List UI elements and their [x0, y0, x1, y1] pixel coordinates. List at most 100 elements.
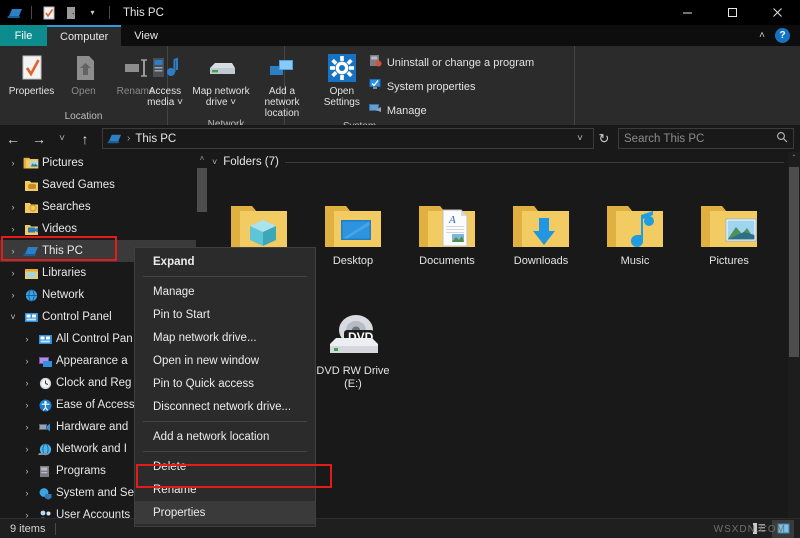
clock-region-icon: [37, 375, 53, 391]
chevron-right-icon[interactable]: ›: [20, 466, 34, 476]
scroll-up-icon[interactable]: ˄: [200, 152, 205, 166]
ribbon-button-open-settings[interactable]: Open Settings: [320, 49, 364, 108]
sidebar-item-pictures[interactable]: ›Pictures: [0, 152, 196, 174]
menu-item-delete[interactable]: Delete: [135, 455, 315, 478]
group-header-rule: [285, 162, 784, 163]
chevron-down-icon[interactable]: ˅: [212, 157, 217, 167]
ribbon-button-label: Open: [71, 86, 95, 97]
list-item[interactable]: Pictures: [682, 176, 776, 286]
breadcrumb-separator: ›: [127, 133, 130, 144]
address-field[interactable]: › This PC ˅: [102, 128, 594, 149]
quick-access-toolbar: ▾ This PC: [0, 4, 164, 21]
menu-item-pin-to-start[interactable]: Pin to Start: [135, 303, 315, 326]
menu-item-rename[interactable]: Rename: [135, 478, 315, 501]
menu-item-disconnect-network-drive[interactable]: Disconnect network drive...: [135, 395, 315, 418]
sidebar-item-searches[interactable]: ›Searches: [0, 196, 196, 218]
menu-item-pin-to-quick-access[interactable]: Pin to Quick access: [135, 372, 315, 395]
breadcrumb[interactable]: This PC: [135, 133, 176, 145]
scrollbar-thumb[interactable]: [789, 167, 799, 357]
chevron-right-icon[interactable]: ›: [20, 334, 34, 344]
ribbon-button-system-properties[interactable]: System properties: [364, 76, 538, 97]
settings-gear-icon: [327, 52, 357, 84]
chevron-right-icon[interactable]: ›: [20, 356, 34, 366]
chevron-right-icon[interactable]: ›: [20, 378, 34, 388]
open-icon[interactable]: [62, 4, 79, 21]
tab-view[interactable]: View: [121, 25, 171, 46]
list-item[interactable]: ADocuments: [400, 176, 494, 286]
list-item[interactable]: Music: [588, 176, 682, 286]
open-icon: [69, 52, 99, 84]
chevron-right-icon[interactable]: ›: [6, 246, 20, 256]
scroll-up-icon[interactable]: ˆ: [793, 152, 796, 166]
sidebar-item-label: Videos: [42, 223, 77, 235]
divider: [55, 523, 56, 535]
menu-item-add-a-network-location[interactable]: Add a network location: [135, 425, 315, 448]
sidebar-item-label: Network and I: [56, 443, 127, 455]
chevron-right-icon[interactable]: ›: [6, 158, 20, 168]
back-button[interactable]: ←: [0, 126, 26, 152]
chevron-right-icon[interactable]: ›: [6, 290, 20, 300]
chevron-right-icon[interactable]: ›: [20, 488, 34, 498]
chevron-right-icon[interactable]: ›: [6, 202, 20, 212]
folders-group-header[interactable]: ˅ Folders (7): [208, 152, 788, 172]
menu-item-map-network-drive[interactable]: Map network drive...: [135, 326, 315, 349]
window-controls: [665, 0, 800, 25]
ribbon-button-uninstall-program[interactable]: Uninstall or change a program: [364, 52, 538, 73]
pictures-folder-icon: [23, 155, 39, 171]
sidebar-item-label: This PC: [42, 245, 83, 257]
group-header-label: Folders (7): [223, 156, 279, 168]
this-pc-icon[interactable]: [6, 4, 23, 21]
tab-computer[interactable]: Computer: [47, 25, 121, 46]
list-item[interactable]: Downloads: [494, 176, 588, 286]
access-media-icon: [150, 52, 180, 84]
menu-item-properties[interactable]: Properties: [135, 501, 315, 524]
help-icon[interactable]: ?: [775, 28, 790, 43]
address-bar: ← → ˅ ↑ › This PC ˅ ↻ Search This PC: [0, 125, 800, 152]
svg-text:A: A: [448, 214, 456, 226]
customize-dropdown-icon[interactable]: ▾: [84, 4, 101, 21]
hardware-sound-icon: [37, 419, 53, 435]
sidebar-item-videos[interactable]: › Videos: [0, 218, 196, 240]
sidebar-item-saved-games[interactable]: Saved Games: [0, 174, 196, 196]
chevron-right-icon[interactable]: ›: [20, 444, 34, 454]
collapse-ribbon-icon[interactable]: ˄: [759, 30, 765, 41]
control-panel-icon: [23, 309, 39, 325]
this-pc-icon: [107, 131, 122, 146]
recent-locations-button[interactable]: ˅: [52, 126, 72, 152]
ribbon-button-map-network-drive[interactable]: Map network drive ˅: [191, 49, 251, 108]
search-box[interactable]: Search This PC: [618, 128, 794, 149]
chevron-right-icon[interactable]: ›: [6, 268, 20, 278]
menu-separator: [143, 451, 307, 452]
ribbon-button-manage[interactable]: Manage: [364, 100, 538, 121]
properties-icon[interactable]: [40, 4, 57, 21]
context-menu[interactable]: Expand ManagePin to StartMap network driv…: [134, 247, 316, 527]
menu-item-manage[interactable]: Manage: [135, 280, 315, 303]
pictures-folder-icon: [698, 176, 760, 252]
sidebar-item-label: System and Se: [56, 487, 134, 499]
refresh-button[interactable]: ↻: [594, 126, 614, 152]
chevron-right-icon[interactable]: ›: [20, 422, 34, 432]
close-button[interactable]: [755, 0, 800, 25]
list-item-label: Downloads: [495, 255, 587, 268]
chevron-down-icon[interactable]: ˅: [571, 133, 589, 144]
content-pane-scrollbar[interactable]: ˆ: [788, 152, 800, 518]
menu-item-expand[interactable]: Expand: [135, 250, 315, 273]
menu-item-open-in-new-window[interactable]: Open in new window: [135, 349, 315, 372]
up-button[interactable]: ↑: [72, 126, 98, 152]
sidebar-item-label: Ease of Access: [56, 399, 135, 411]
list-item[interactable]: Desktop: [306, 176, 400, 286]
forward-button[interactable]: →: [26, 126, 52, 152]
scrollbar-thumb[interactable]: [197, 168, 207, 212]
chevron-right-icon[interactable]: ›: [20, 510, 34, 518]
minimize-button[interactable]: [665, 0, 710, 25]
ribbon-button-access-media[interactable]: Access media ˅: [139, 49, 191, 108]
chevron-down-icon[interactable]: ˅: [6, 312, 20, 322]
maximize-button[interactable]: [710, 0, 755, 25]
list-item[interactable]: DVDDVD RW Drive (E:): [306, 286, 400, 396]
chevron-right-icon[interactable]: ›: [20, 400, 34, 410]
search-input[interactable]: Search This PC: [624, 133, 776, 145]
tab-file[interactable]: File: [0, 25, 47, 46]
ribbon-button-open[interactable]: Open: [58, 49, 110, 97]
ribbon-button-properties[interactable]: Properties: [6, 49, 58, 97]
chevron-right-icon[interactable]: ›: [6, 224, 20, 234]
